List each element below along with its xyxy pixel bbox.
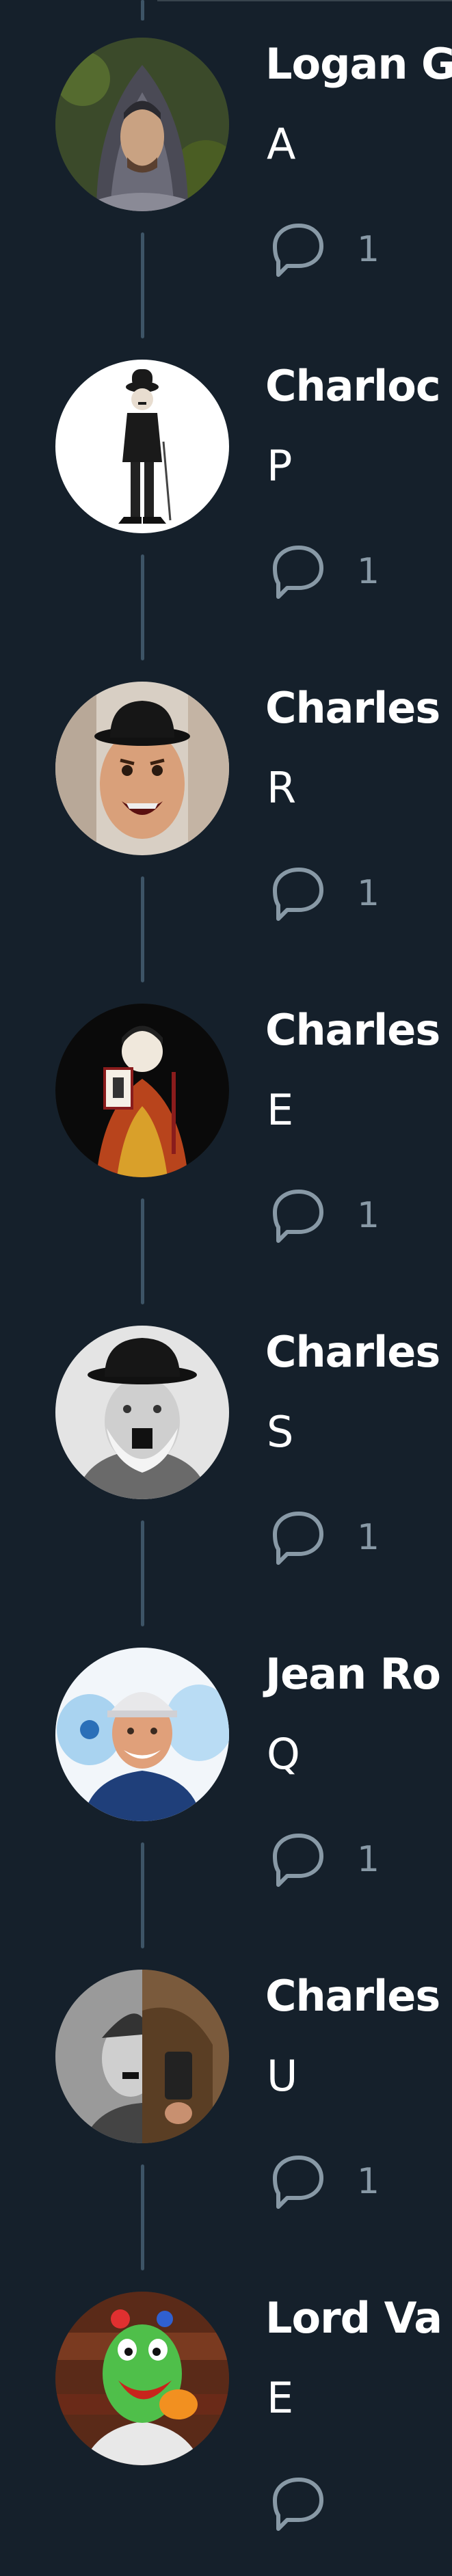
split-face-avatar [55,1970,229,2143]
tweet[interactable]: Jean Ro Q 1 [0,1610,452,1948]
author-name[interactable]: Charles [265,1006,440,1055]
author-name[interactable]: Logan G [265,40,452,89]
avatar[interactable] [55,1326,229,1499]
painted-figure-avatar [55,1004,229,1177]
reply-count: 1 [357,1839,380,1880]
reply-count: 1 [357,1195,380,1236]
reply-thread: Logan G A 1 Charloc P 1 Charles R 1 Char… [0,0,452,2531]
tweet-text: P [267,441,293,491]
tweet[interactable]: Charles U 1 [0,1932,452,2270]
chaplin-tramp-avatar [55,360,229,533]
tweet[interactable]: Charles E 1 [0,966,452,1304]
avatar[interactable] [55,1004,229,1177]
author-name[interactable]: Charloc [265,362,441,411]
avatar[interactable] [55,2292,229,2465]
reply-icon [267,2151,328,2212]
reply-button[interactable]: 1 [267,1825,380,1894]
cartoon-character-avatar [55,2292,229,2465]
bowler-bearded-man-avatar [55,1326,229,1499]
hooded-figure-avatar [55,38,229,211]
avatar[interactable] [55,682,229,855]
author-name[interactable]: Charles [265,1328,440,1377]
reply-count: 1 [357,551,380,592]
tweet-text: U [267,2051,298,2101]
tweet[interactable]: Charloc P 1 [0,322,452,660]
reply-count: 1 [357,229,380,270]
tweet-text: R [267,763,297,813]
avatar[interactable] [55,360,229,533]
reply-button[interactable]: 1 [267,1181,380,1250]
tweet-text: E [267,2373,294,2423]
author-name[interactable]: Charles [265,684,440,733]
reply-icon [267,1507,328,1568]
bowler-hat-face-avatar [55,682,229,855]
reply-icon [267,541,328,602]
avatar[interactable] [55,1648,229,1821]
tweet[interactable]: Logan G A 1 [0,0,452,338]
tweet-text: Q [267,1729,300,1779]
reply-icon [267,2473,328,2534]
tweet-text: S [267,1407,294,1457]
avatar[interactable] [55,1970,229,2143]
tweet[interactable]: Lord Va E [0,2254,452,2576]
reply-icon [267,1185,328,1246]
reply-icon [267,863,328,924]
tweet-text: E [267,1085,294,1135]
reply-button[interactable] [267,2469,357,2538]
water-delivery-man-avatar [55,1648,229,1821]
tweet[interactable]: Charles R 1 [0,644,452,982]
reply-icon [267,1829,328,1890]
reply-count: 1 [357,873,380,914]
reply-button[interactable]: 1 [267,215,380,284]
reply-button[interactable]: 1 [267,859,380,928]
reply-button[interactable]: 1 [267,537,380,606]
reply-button[interactable]: 1 [267,2147,380,2216]
reply-count: 1 [357,2161,380,2202]
avatar[interactable] [55,38,229,211]
author-name[interactable]: Lord Va [265,2294,442,2343]
tweet[interactable]: Charles S 1 [0,1288,452,1626]
reply-button[interactable]: 1 [267,1503,380,1572]
reply-icon [267,219,328,280]
author-name[interactable]: Jean Ro [265,1650,441,1699]
author-name[interactable]: Charles [265,1972,440,2021]
tweet-text: A [267,119,296,169]
reply-count: 1 [357,1517,380,1558]
